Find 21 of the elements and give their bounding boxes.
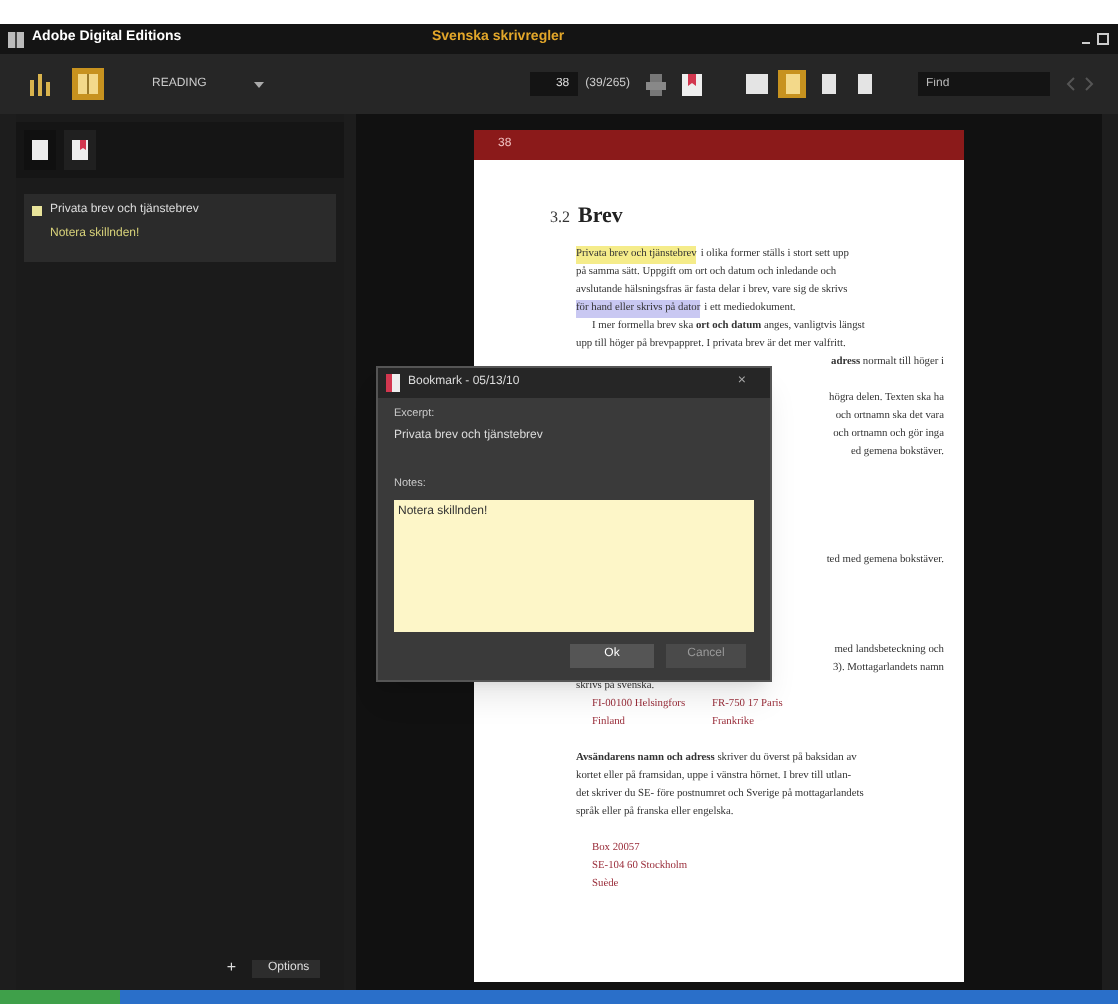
caret-icon	[254, 81, 265, 87]
sidebar-tab[interactable]	[64, 130, 96, 170]
section-number: 3.2	[550, 206, 570, 230]
add-button[interactable]: +	[226, 956, 236, 980]
bar-chart-icon	[28, 72, 52, 96]
app-logo-icon	[8, 31, 24, 47]
page-icon	[785, 74, 799, 94]
page-icon	[821, 74, 835, 94]
reading-button[interactable]	[72, 68, 104, 100]
library-button[interactable]	[24, 68, 56, 100]
sidebar-tab[interactable]	[24, 130, 56, 170]
bookmark-icon[interactable]	[682, 73, 702, 95]
page-icon	[745, 74, 767, 94]
window-controls-icon[interactable]	[1082, 31, 1110, 47]
section-heading: Brev	[578, 202, 623, 232]
bookmark-icon	[72, 140, 88, 160]
bookmark-icon	[386, 374, 400, 392]
page-icon	[857, 74, 871, 94]
page-icon	[32, 140, 48, 160]
book-icon	[76, 72, 100, 96]
layout-button[interactable]	[742, 70, 770, 98]
